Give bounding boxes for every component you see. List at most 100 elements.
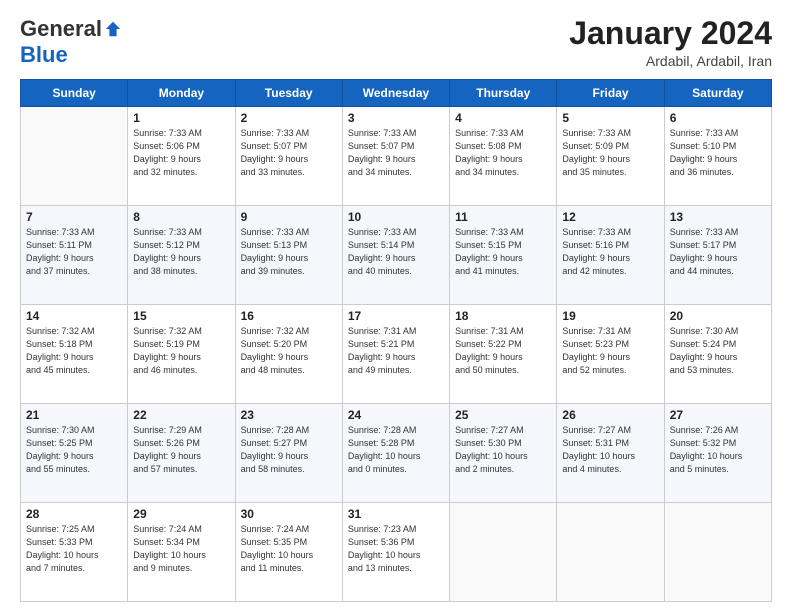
weekday-header-row: SundayMondayTuesdayWednesdayThursdayFrid…: [21, 80, 772, 107]
day-number: 21: [26, 408, 122, 422]
day-number: 17: [348, 309, 444, 323]
day-number: 13: [670, 210, 766, 224]
logo-icon: [104, 20, 122, 38]
day-number: 20: [670, 309, 766, 323]
header: General Blue January 2024 Ardabil, Ardab…: [20, 16, 772, 69]
calendar-cell: [450, 503, 557, 602]
calendar-cell: 3 Sunrise: 7:33 AMSunset: 5:07 PMDaylight…: [342, 107, 449, 206]
day-number: 4: [455, 111, 551, 125]
title-block: January 2024 Ardabil, Ardabil, Iran: [569, 16, 772, 69]
day-number: 16: [241, 309, 337, 323]
day-info: Sunrise: 7:33 AMSunset: 5:07 PMDaylight:…: [348, 127, 444, 179]
calendar-cell: 29 Sunrise: 7:24 AMSunset: 5:34 PMDayligh…: [128, 503, 235, 602]
day-info: Sunrise: 7:24 AMSunset: 5:35 PMDaylight:…: [241, 523, 337, 575]
day-number: 12: [562, 210, 658, 224]
day-info: Sunrise: 7:33 AMSunset: 5:16 PMDaylight:…: [562, 226, 658, 278]
calendar-week-row: 7Sunrise: 7:33 AMSunset: 5:11 PMDaylight…: [21, 206, 772, 305]
day-info: Sunrise: 7:31 AMSunset: 5:21 PMDaylight:…: [348, 325, 444, 377]
calendar-cell: [664, 503, 771, 602]
weekday-header: Friday: [557, 80, 664, 107]
calendar-cell: 6Sunrise: 7:33 AMSunset: 5:10 PMDaylight…: [664, 107, 771, 206]
weekday-header: Thursday: [450, 80, 557, 107]
calendar-cell: 2Sunrise: 7:33 AMSunset: 5:07 PMDaylight…: [235, 107, 342, 206]
day-info: Sunrise: 7:33 AMSunset: 5:13 PMDaylight:…: [241, 226, 337, 278]
day-info: Sunrise: 7:32 AMSunset: 5:19 PMDaylight:…: [133, 325, 229, 377]
day-number: 5: [562, 111, 658, 125]
day-number: 28: [26, 507, 122, 521]
calendar-cell: 16 Sunrise: 7:32 AMSunset: 5:20 PMDayligh…: [235, 305, 342, 404]
day-number: 11: [455, 210, 551, 224]
day-number: 23: [241, 408, 337, 422]
day-info: Sunrise: 7:25 AMSunset: 5:33 PMDaylight:…: [26, 523, 122, 575]
calendar-cell: 20 Sunrise: 7:30 AMSunset: 5:24 PMDayligh…: [664, 305, 771, 404]
day-number: 26: [562, 408, 658, 422]
calendar-cell: 15 Sunrise: 7:32 AMSunset: 5:19 PMDayligh…: [128, 305, 235, 404]
day-number: 31: [348, 507, 444, 521]
day-info: Sunrise: 7:33 AMSunset: 5:14 PMDaylight:…: [348, 226, 444, 278]
day-info: Sunrise: 7:27 AMSunset: 5:31 PMDaylight:…: [562, 424, 658, 476]
day-number: 1: [133, 111, 229, 125]
calendar-cell: 13 Sunrise: 7:33 AMSunset: 5:17 PMDayligh…: [664, 206, 771, 305]
calendar-cell: 21 Sunrise: 7:30 AMSunset: 5:25 PMDayligh…: [21, 404, 128, 503]
day-number: 25: [455, 408, 551, 422]
day-info: Sunrise: 7:33 AMSunset: 5:06 PMDaylight:…: [133, 127, 229, 179]
day-info: Sunrise: 7:33 AMSunset: 5:10 PMDaylight:…: [670, 127, 766, 179]
calendar-cell: 23 Sunrise: 7:28 AMSunset: 5:27 PMDayligh…: [235, 404, 342, 503]
weekday-header: Saturday: [664, 80, 771, 107]
calendar-cell: 5 Sunrise: 7:33 AMSunset: 5:09 PMDaylight…: [557, 107, 664, 206]
day-info: Sunrise: 7:33 AMSunset: 5:09 PMDaylight:…: [562, 127, 658, 179]
calendar-cell: 30 Sunrise: 7:24 AMSunset: 5:35 PMDayligh…: [235, 503, 342, 602]
day-number: 24: [348, 408, 444, 422]
calendar-week-row: 28 Sunrise: 7:25 AMSunset: 5:33 PMDayligh…: [21, 503, 772, 602]
day-info: Sunrise: 7:33 AMSunset: 5:08 PMDaylight:…: [455, 127, 551, 179]
logo-blue: Blue: [20, 42, 68, 67]
calendar-cell: 28 Sunrise: 7:25 AMSunset: 5:33 PMDayligh…: [21, 503, 128, 602]
day-number: 27: [670, 408, 766, 422]
calendar-cell: 10 Sunrise: 7:33 AMSunset: 5:14 PMDayligh…: [342, 206, 449, 305]
day-number: 8: [133, 210, 229, 224]
calendar-cell: 17 Sunrise: 7:31 AMSunset: 5:21 PMDayligh…: [342, 305, 449, 404]
calendar-cell: [21, 107, 128, 206]
day-info: Sunrise: 7:32 AMSunset: 5:20 PMDaylight:…: [241, 325, 337, 377]
day-number: 3: [348, 111, 444, 125]
weekday-header: Monday: [128, 80, 235, 107]
calendar-cell: 12 Sunrise: 7:33 AMSunset: 5:16 PMDayligh…: [557, 206, 664, 305]
day-info: Sunrise: 7:28 AMSunset: 5:27 PMDaylight:…: [241, 424, 337, 476]
weekday-header: Wednesday: [342, 80, 449, 107]
calendar-cell: 26 Sunrise: 7:27 AMSunset: 5:31 PMDayligh…: [557, 404, 664, 503]
month-title: January 2024: [569, 16, 772, 51]
day-number: 19: [562, 309, 658, 323]
calendar-table: SundayMondayTuesdayWednesdayThursdayFrid…: [20, 79, 772, 602]
day-info: Sunrise: 7:31 AMSunset: 5:22 PMDaylight:…: [455, 325, 551, 377]
weekday-header: Sunday: [21, 80, 128, 107]
day-number: 15: [133, 309, 229, 323]
day-number: 22: [133, 408, 229, 422]
day-info: Sunrise: 7:28 AMSunset: 5:28 PMDaylight:…: [348, 424, 444, 476]
day-info: Sunrise: 7:33 AMSunset: 5:17 PMDaylight:…: [670, 226, 766, 278]
logo-general: General: [20, 16, 102, 42]
calendar-cell: 1 Sunrise: 7:33 AMSunset: 5:06 PMDaylight…: [128, 107, 235, 206]
page: General Blue January 2024 Ardabil, Ardab…: [0, 0, 792, 612]
subtitle: Ardabil, Ardabil, Iran: [569, 53, 772, 69]
day-info: Sunrise: 7:26 AMSunset: 5:32 PMDaylight:…: [670, 424, 766, 476]
day-number: 30: [241, 507, 337, 521]
day-number: 18: [455, 309, 551, 323]
calendar-week-row: 21 Sunrise: 7:30 AMSunset: 5:25 PMDayligh…: [21, 404, 772, 503]
day-info: Sunrise: 7:23 AMSunset: 5:36 PMDaylight:…: [348, 523, 444, 575]
day-info: Sunrise: 7:24 AMSunset: 5:34 PMDaylight:…: [133, 523, 229, 575]
logo: General Blue: [20, 16, 122, 68]
day-info: Sunrise: 7:30 AMSunset: 5:25 PMDaylight:…: [26, 424, 122, 476]
calendar-cell: 7Sunrise: 7:33 AMSunset: 5:11 PMDaylight…: [21, 206, 128, 305]
calendar-cell: [557, 503, 664, 602]
day-info: Sunrise: 7:30 AMSunset: 5:24 PMDaylight:…: [670, 325, 766, 377]
day-number: 7: [26, 210, 122, 224]
day-number: 10: [348, 210, 444, 224]
day-info: Sunrise: 7:31 AMSunset: 5:23 PMDaylight:…: [562, 325, 658, 377]
calendar-cell: 22 Sunrise: 7:29 AMSunset: 5:26 PMDayligh…: [128, 404, 235, 503]
day-number: 2: [241, 111, 337, 125]
day-number: 29: [133, 507, 229, 521]
day-info: Sunrise: 7:29 AMSunset: 5:26 PMDaylight:…: [133, 424, 229, 476]
calendar-cell: 18 Sunrise: 7:31 AMSunset: 5:22 PMDayligh…: [450, 305, 557, 404]
calendar-week-row: 1 Sunrise: 7:33 AMSunset: 5:06 PMDaylight…: [21, 107, 772, 206]
calendar-cell: 14Sunrise: 7:32 AMSunset: 5:18 PMDayligh…: [21, 305, 128, 404]
